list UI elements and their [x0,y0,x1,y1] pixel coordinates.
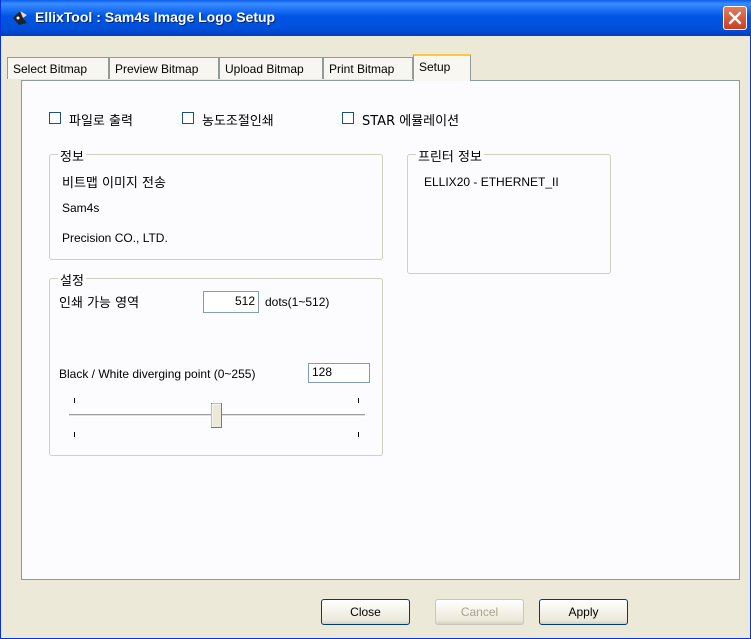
window-title: EllixTool : Sam4s Image Logo Setup [35,9,276,25]
setup-window: EllixTool : Sam4s Image Logo Setup Selec… [0,0,751,639]
apply-button[interactable]: Apply [539,599,628,625]
checkbox-box[interactable] [49,112,61,124]
close-icon [728,11,742,25]
checkbox-box[interactable] [182,112,194,124]
density-print-label: 농도조절인쇄 [202,114,274,129]
bw-point-label: Black / White diverging point (0~255) [59,367,256,381]
print-area-input[interactable]: 512 [203,291,259,313]
bw-point-input[interactable]: 128 [308,363,370,383]
checkbox-box[interactable] [342,112,354,124]
tab-print-bitmap[interactable]: Print Bitmap [323,57,413,79]
close-button[interactable]: Close [321,599,410,625]
info-group: 정보 비트맵 이미지 전송 Sam4s Precision CO., LTD. [49,146,383,260]
info-line-1: 비트맵 이미지 전송 [62,176,166,191]
window-close-button[interactable] [723,6,747,30]
slider-tick-bottom-min [74,432,75,437]
app-logo-icon [11,9,29,27]
tab-upload-bitmap[interactable]: Upload Bitmap [219,57,323,79]
printer-info-legend: 프린터 정보 [416,146,484,165]
title-bar[interactable]: EllixTool : Sam4s Image Logo Setup [1,0,751,36]
printer-info-value: ELLIX20 - ETHERNET_II [424,175,559,189]
print-area-unit: dots(1~512) [265,295,330,309]
printer-info-group: 프린터 정보 ELLIX20 - ETHERNET_II [407,146,611,274]
tab-setup[interactable]: Setup [413,54,471,81]
info-legend: 정보 [58,146,86,165]
info-line-2: Sam4s [62,201,100,215]
cancel-button[interactable]: Cancel [435,599,524,625]
settings-legend: 설정 [58,270,86,289]
star-emulation-label: STAR 에뮬레이션 [362,114,460,129]
slider-tick-top-min [74,398,75,403]
file-output-label: 파일로 출력 [69,114,133,129]
info-line-3: Precision CO., LTD. [62,231,168,245]
tab-select-bitmap[interactable]: Select Bitmap [7,57,109,79]
slider-tick-bottom-max [358,432,359,437]
print-area-label: 인쇄 가능 영역 [59,296,140,311]
slider-tick-top-max [358,398,359,403]
bw-slider-thumb[interactable] [211,403,222,428]
tab-preview-bitmap[interactable]: Preview Bitmap [109,57,219,79]
